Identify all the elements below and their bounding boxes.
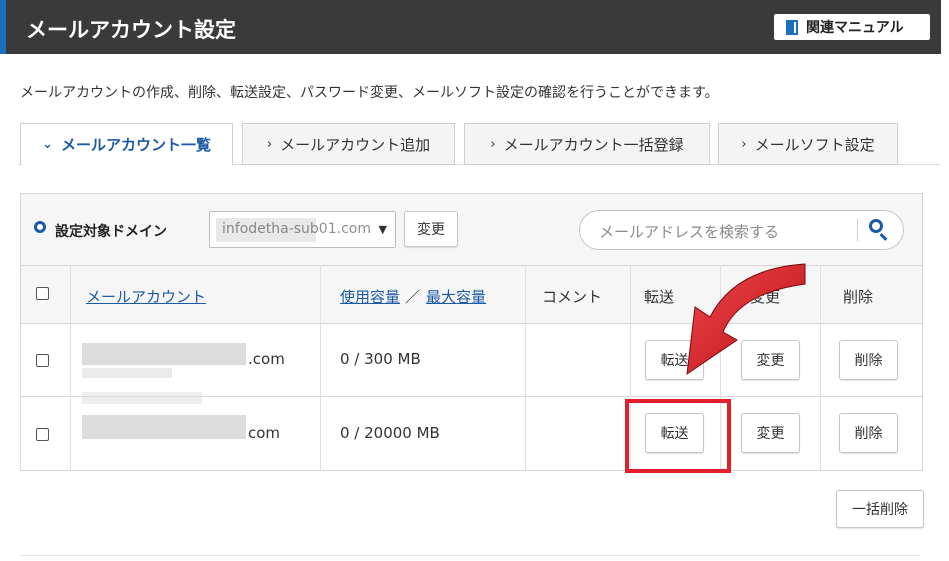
- page-description: メールアカウントの作成、削除、転送設定、パスワード変更、メールソフト設定の確認を…: [20, 85, 719, 101]
- tab-label: メールアカウント一覧: [60, 136, 211, 154]
- chevron-right-icon: ›: [741, 136, 747, 152]
- highlight-box: [625, 399, 731, 473]
- sort-account-link[interactable]: メールアカウント: [86, 286, 206, 307]
- radio-icon: [34, 221, 46, 233]
- footer-divider: [20, 555, 920, 556]
- blurred-email: [82, 415, 246, 439]
- chevron-right-icon: ›: [266, 136, 273, 152]
- column-divider: [70, 265, 71, 470]
- usage-value: 0 / 20000 MB: [340, 424, 440, 442]
- domain-value: infodetha-sub01.com: [222, 221, 371, 237]
- tab-label: メールアカウント追加: [280, 135, 431, 154]
- delete-button[interactable]: 削除: [839, 413, 898, 453]
- chevron-right-icon: ›: [490, 136, 496, 152]
- tab-label: メールアカウント一括登録: [503, 135, 684, 154]
- chevron-down-icon: ▼: [378, 223, 387, 236]
- column-divider: [820, 265, 821, 470]
- tab-account-list[interactable]: ⌄ メールアカウント一覧: [20, 123, 233, 166]
- sort-usage-link[interactable]: 使用容量: [340, 286, 400, 307]
- email-suffix: com: [248, 424, 281, 442]
- blurred-email: [82, 392, 202, 404]
- email-suffix: .com: [248, 350, 285, 368]
- annotation-arrow-icon: [686, 263, 806, 376]
- page-header: メールアカウント設定 関連マニュアル: [0, 0, 941, 54]
- domain-change-button[interactable]: 変更: [404, 211, 458, 247]
- domain-select[interactable]: infodetha-sub01.com ▼: [209, 211, 396, 248]
- delete-button[interactable]: 削除: [839, 340, 898, 380]
- related-manual-button[interactable]: 関連マニュアル: [774, 14, 930, 40]
- blurred-email: [82, 368, 172, 378]
- bulk-delete-button[interactable]: 一括削除: [836, 490, 924, 528]
- change-button[interactable]: 変更: [741, 413, 800, 453]
- page-title: メールアカウント設定: [26, 18, 236, 42]
- blurred-email: [82, 343, 246, 365]
- tab-mail-software[interactable]: › メールソフト設定: [718, 123, 898, 165]
- row-checkbox[interactable]: [36, 354, 49, 367]
- tab-account-add[interactable]: › メールアカウント追加: [242, 123, 455, 165]
- row-checkbox[interactable]: [36, 428, 49, 441]
- search-icon[interactable]: [869, 219, 883, 233]
- header-comment: コメント: [542, 288, 603, 306]
- column-divider: [525, 265, 526, 470]
- domain-filter-label: 設定対象ドメイン: [55, 224, 167, 240]
- select-all-checkbox[interactable]: [36, 287, 49, 300]
- column-divider: [320, 265, 321, 470]
- usage-value: 0 / 300 MB: [340, 350, 421, 368]
- header-separator: ／: [405, 288, 421, 306]
- tab-label: メールソフト設定: [754, 135, 875, 154]
- header-delete: 削除: [843, 288, 874, 306]
- search-divider: [857, 219, 858, 241]
- book-icon: [786, 19, 798, 35]
- search-placeholder: メールアドレスを検索する: [599, 223, 780, 241]
- tab-account-bulk-register[interactable]: › メールアカウント一括登録: [464, 123, 710, 165]
- sort-max-link[interactable]: 最大容量: [426, 286, 486, 307]
- search-input[interactable]: メールアドレスを検索する: [579, 210, 904, 250]
- related-manual-label: 関連マニュアル: [806, 20, 904, 36]
- chevron-down-icon: ⌄: [42, 137, 53, 152]
